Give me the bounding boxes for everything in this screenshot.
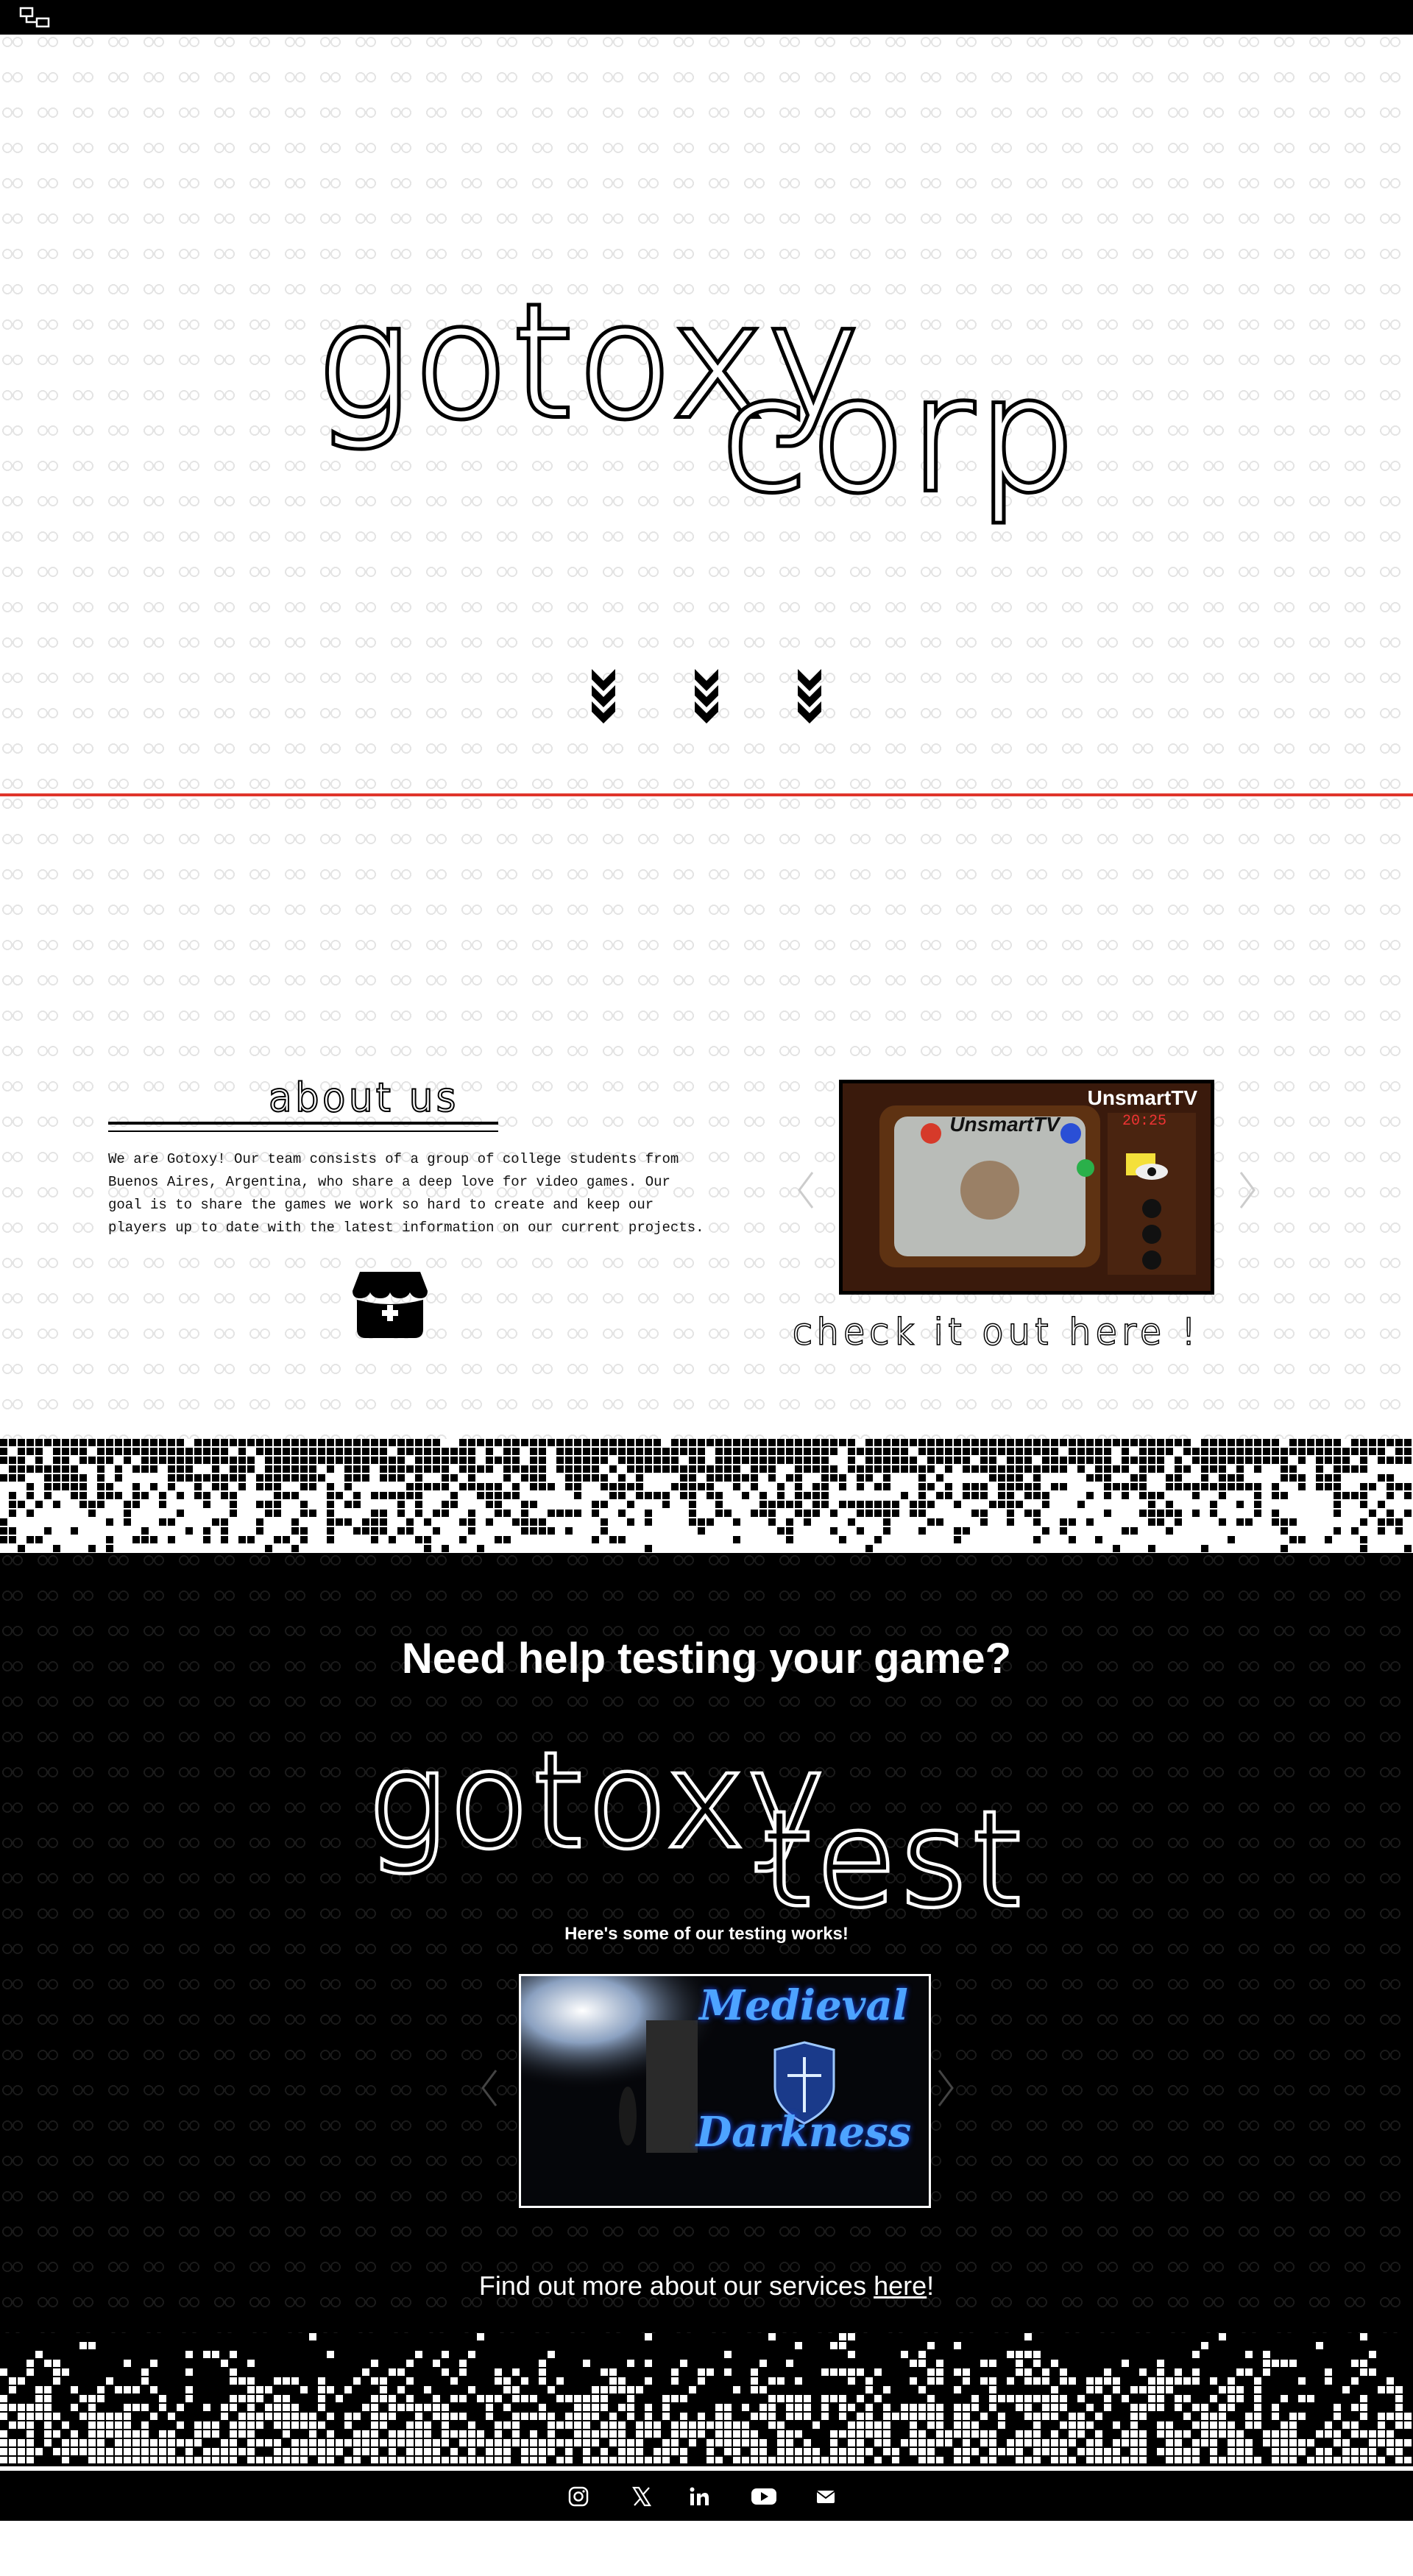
gotoxy-logo-icon[interactable]: [19, 6, 52, 29]
find-more-suffix: !: [927, 2271, 935, 2301]
top-bar: [0, 0, 1413, 35]
hero-title-line2: corp: [718, 345, 1080, 526]
testing-works-caption: Here's some of our testing works!: [564, 1924, 849, 1944]
services-link[interactable]: here: [874, 2271, 927, 2301]
testing-work-title-line2: Darkness: [695, 2107, 912, 2156]
linkedin-icon[interactable]: [686, 2485, 712, 2508]
chevron-left-icon[interactable]: [795, 1168, 817, 1212]
instagram-icon[interactable]: [565, 2485, 592, 2508]
chevron-left-icon[interactable]: [478, 2066, 500, 2110]
pixel-transition: [0, 2333, 1413, 2466]
test-title-line1: gotoxy: [365, 1727, 829, 1876]
pixel-transition: [0, 1439, 1413, 1557]
youtube-icon[interactable]: [751, 2485, 777, 2508]
check-it-out-link[interactable]: check it out here !: [792, 1311, 1200, 1354]
featured-game-carousel: UnsmartTV UnsmartTV 20:25 check it out h…: [780, 1080, 1295, 1354]
testing-work-title-line1: Medieval: [699, 1981, 908, 2030]
about-underline: [108, 1122, 498, 1125]
featured-game-brand: UnsmartTV: [949, 1113, 1060, 1136]
hero-section: gotoxy corp: [0, 35, 1413, 795]
test-title-line2: test: [758, 1786, 1027, 1935]
mail-icon[interactable]: [812, 2485, 839, 2508]
testing-work-image[interactable]: Medieval Darkness: [519, 1974, 931, 2208]
test-title: gotoxy test: [365, 1727, 1067, 1935]
featured-game-clock: 20:25: [1122, 1113, 1166, 1130]
testing-work-title: Medieval Darkness: [693, 1981, 914, 2156]
chevron-double-down-icon[interactable]: [795, 668, 824, 726]
about-underline: [108, 1130, 498, 1132]
itch-store-icon[interactable]: [350, 1262, 431, 1342]
about-heading: about us: [267, 1075, 459, 1122]
featured-game-label: UnsmartTV: [1087, 1086, 1197, 1109]
about-section: about us We are Gotoxy! Our team consist…: [0, 796, 1413, 1443]
chevron-double-down-icon[interactable]: [589, 668, 618, 726]
chevron-double-down-icon[interactable]: [692, 668, 721, 726]
chevron-right-icon[interactable]: [935, 2066, 957, 2110]
footer-divider: [0, 2463, 1413, 2466]
x-icon[interactable]: [628, 2485, 655, 2508]
scroll-down-indicator: [589, 668, 824, 734]
testing-section: Need help testing your game? gotoxy test…: [0, 1553, 1413, 2370]
find-more-text: Find out more about our services here!: [0, 2271, 1413, 2301]
featured-game-image[interactable]: UnsmartTV UnsmartTV 20:25: [839, 1080, 1214, 1295]
testing-heading: Need help testing your game?: [401, 1635, 1012, 1682]
chevron-right-icon[interactable]: [1236, 1168, 1258, 1212]
about-description: We are Gotoxy! Our team consists of a gr…: [108, 1151, 704, 1236]
find-more-prefix: Find out more about our services: [478, 2271, 874, 2301]
testing-works-carousel: Medieval Darkness: [478, 1974, 954, 2209]
footer: [0, 2471, 1413, 2521]
hero-title: gotoxy corp: [313, 281, 1111, 526]
